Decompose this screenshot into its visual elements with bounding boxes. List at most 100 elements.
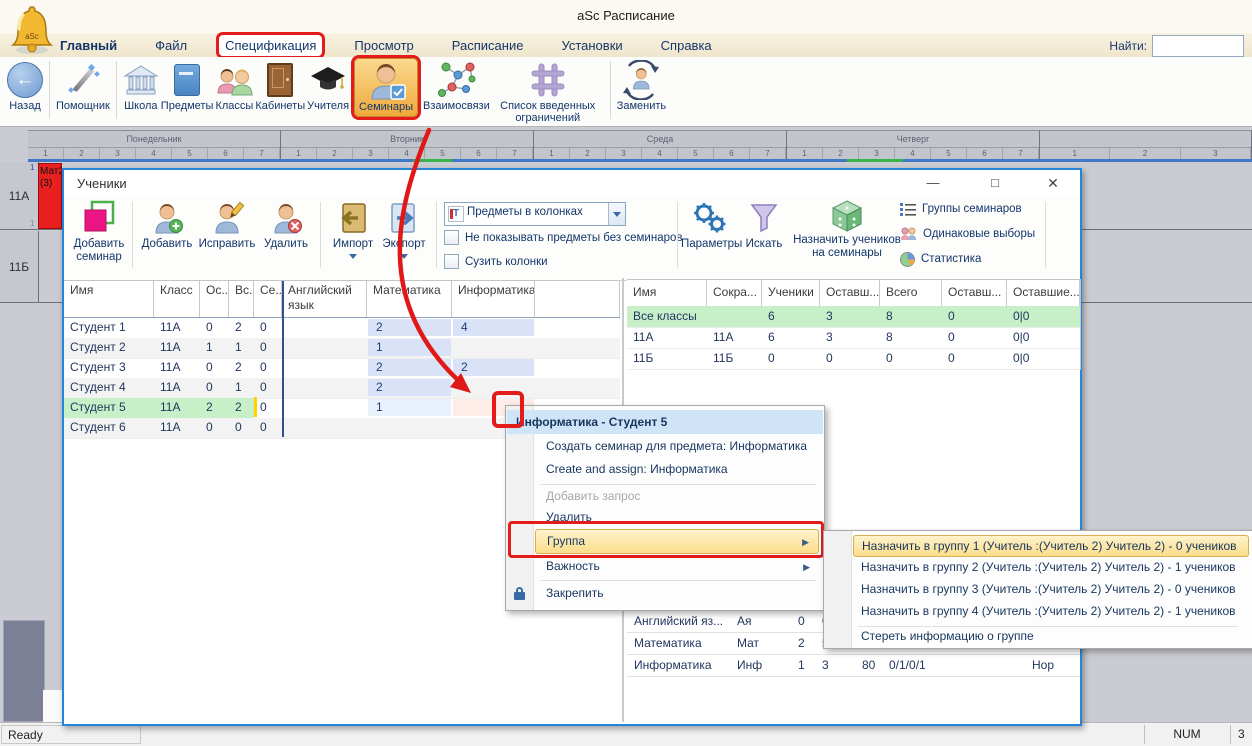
student-cell: 11А: [160, 400, 180, 414]
minimize-button[interactable]: —: [916, 172, 950, 194]
menu-item-1[interactable]: Файл: [149, 35, 193, 56]
student-cell: 0: [206, 320, 213, 334]
context-menu-item-5[interactable]: Важность▶: [535, 556, 819, 578]
close-button[interactable]: ✕: [1036, 172, 1070, 194]
students-col-header-1[interactable]: Класс: [154, 281, 200, 317]
person-delete-icon: [258, 198, 314, 238]
toolbar-button-back[interactable]: ←Назад: [7, 57, 43, 112]
toolbar-button-teachers[interactable]: Учителя: [307, 57, 349, 112]
toolbar-button-constraints[interactable]: Список введенных ограничений: [492, 57, 604, 124]
checkbox-icon[interactable]: [444, 254, 459, 269]
toolbar-button-wizard[interactable]: Помощник: [56, 57, 110, 112]
dropdown-button[interactable]: [608, 203, 625, 225]
students-col-header-2[interactable]: Ос...: [200, 281, 229, 317]
students-col-header-7[interactable]: Информатика: [452, 281, 535, 317]
students-col-header-4[interactable]: Се...: [254, 281, 282, 317]
export-button[interactable]: Экспорт: [378, 198, 430, 259]
checkbox-hide-subjects[interactable]: Не показывать предметы без семинаров: [444, 230, 683, 245]
student-row-2[interactable]: Студент 311А02022: [64, 358, 620, 379]
student-row-1[interactable]: Студент 211А1101: [64, 338, 620, 359]
toolbar-button-subjects[interactable]: Предметы: [161, 57, 214, 112]
parameters-button[interactable]: Параметры: [681, 198, 737, 251]
toolbar-button-links[interactable]: Взаимосвязи: [423, 57, 490, 112]
classes-col-header-2[interactable]: Ученики: [762, 280, 820, 306]
subject-row-3[interactable]: ИнформатикаИнф13800/1/0/1Нор: [627, 654, 1080, 677]
toolbar-button-school[interactable]: Школа: [123, 57, 159, 112]
delete-student-button[interactable]: Удалить: [258, 198, 314, 251]
classes-col-header-0[interactable]: Имя: [627, 280, 707, 306]
toolbar-label-constraints: Список введенных ограничений: [492, 100, 604, 124]
view-mode-dropdown[interactable]: ТПредметы в колонках: [444, 202, 626, 226]
context-menu-item-3[interactable]: Удалить: [535, 508, 819, 529]
dialog-title: Ученики: [77, 176, 127, 191]
classes-table: ИмяСокра...УченикиОставш...ВсегоОставш..…: [627, 279, 1081, 370]
title-bar: aSc Расписание: [0, 0, 1252, 33]
context-menu-item-6[interactable]: Закрепить: [535, 583, 819, 605]
class-row-1[interactable]: 11А11А63800|0: [627, 327, 1080, 349]
submenu-gutter: [824, 531, 852, 648]
toolbar-button-classes[interactable]: Классы: [215, 57, 253, 112]
group-submenu-item-4[interactable]: Стереть информацию о группе: [853, 628, 1249, 645]
menu-item-4[interactable]: Расписание: [446, 35, 530, 56]
math-cell[interactable]: 2: [368, 359, 451, 376]
find-input[interactable]: [1152, 35, 1244, 57]
math-cell[interactable]: 2: [368, 379, 451, 396]
classes-col-header-3[interactable]: Оставш...: [820, 280, 880, 306]
class-cell: 11А: [633, 330, 653, 344]
find-button[interactable]: Искать: [741, 198, 787, 251]
lock-icon: [514, 587, 525, 600]
same-choices-button[interactable]: Одинаковые выборы: [900, 223, 1035, 245]
classes-col-header-4[interactable]: Всего: [880, 280, 942, 306]
add-student-button[interactable]: Добавить: [138, 198, 196, 251]
class-row-0[interactable]: Все классы63800|0: [627, 306, 1080, 328]
classes-col-header-5[interactable]: Оставш...: [942, 280, 1007, 306]
assign-students-button[interactable]: Назначить учениковна семинары: [791, 198, 903, 260]
math-cell[interactable]: 2: [368, 319, 451, 336]
seminar-groups-button[interactable]: Группы семинаров: [900, 198, 1022, 220]
group-submenu-item-0[interactable]: Назначить в группу 1 (Учитель :(Учитель …: [853, 535, 1249, 557]
classes-col-header-1[interactable]: Сокра...: [707, 280, 762, 306]
class-row-2[interactable]: 11Б11Б00000|0: [627, 348, 1080, 370]
classes-col-header-6[interactable]: Оставшие...: [1007, 280, 1080, 306]
checkbox-narrow-columns[interactable]: Сузить колонки: [444, 254, 548, 269]
group-submenu-item-3[interactable]: Назначить в группу 4 (Учитель :(Учитель …: [853, 601, 1249, 623]
menu-item-5[interactable]: Установки: [555, 35, 628, 56]
group-submenu-item-2[interactable]: Назначить в группу 3 (Учитель :(Учитель …: [853, 579, 1249, 601]
class-row-label-11b[interactable]: 11Б: [0, 231, 39, 302]
menu-item-6[interactable]: Справка: [655, 35, 718, 56]
import-button[interactable]: Импорт: [328, 198, 378, 259]
toolbar-button-seminars[interactable]: Семинары: [354, 58, 418, 117]
import-button-label: Импорт: [328, 238, 378, 251]
informatics-cell[interactable]: 2: [453, 359, 534, 376]
context-menu-item-1[interactable]: Create and assign: Информатика: [535, 459, 819, 482]
menu-item-0[interactable]: Главный: [54, 35, 123, 56]
menu-item-2[interactable]: Спецификация: [219, 35, 322, 56]
add-seminar-button[interactable]: Добавитьсеминар: [70, 198, 128, 264]
student-row-0[interactable]: Студент 111А02024: [64, 318, 620, 339]
lesson-card[interactable]: Мат2 (3): [38, 163, 62, 229]
edit-student-button[interactable]: Исправить: [196, 198, 258, 251]
math-cell[interactable]: 1: [368, 339, 451, 356]
group-submenu-item-1[interactable]: Назначить в группу 2 (Учитель :(Учитель …: [853, 557, 1249, 579]
students-col-header-5[interactable]: Английский язык: [282, 281, 367, 317]
checkbox-icon[interactable]: [444, 230, 459, 245]
menu-item-3[interactable]: Просмотр: [348, 35, 419, 56]
subject-cell: 3: [822, 658, 829, 672]
toolbar-button-cabinets[interactable]: Кабинеты: [255, 57, 305, 112]
seminar-groups-button-label: Группы семинаров: [922, 203, 1022, 215]
toolbar-button-replace[interactable]: Заменить: [617, 57, 666, 112]
statistics-button[interactable]: Статистика: [900, 248, 981, 270]
math-cell[interactable]: 1: [368, 399, 451, 416]
maximize-button[interactable]: □: [978, 172, 1012, 194]
students-col-header-6[interactable]: Математика: [367, 281, 452, 317]
students-col-header-8[interactable]: [535, 281, 620, 317]
context-menu-item-4[interactable]: Группа▶: [535, 529, 819, 554]
student-cell: 2: [235, 320, 242, 334]
students-col-header-3[interactable]: Вс...: [229, 281, 254, 317]
students-col-header-0[interactable]: Имя: [64, 281, 154, 317]
informatics-cell[interactable]: 4: [453, 319, 534, 336]
dialog-title-bar[interactable]: Ученики — □ ✕: [64, 170, 1080, 196]
student-row-3[interactable]: Студент 411А0102: [64, 378, 620, 399]
person-edit-icon: [196, 198, 258, 238]
context-menu-item-0[interactable]: Создать семинар для предмета: Информатик…: [535, 436, 819, 459]
